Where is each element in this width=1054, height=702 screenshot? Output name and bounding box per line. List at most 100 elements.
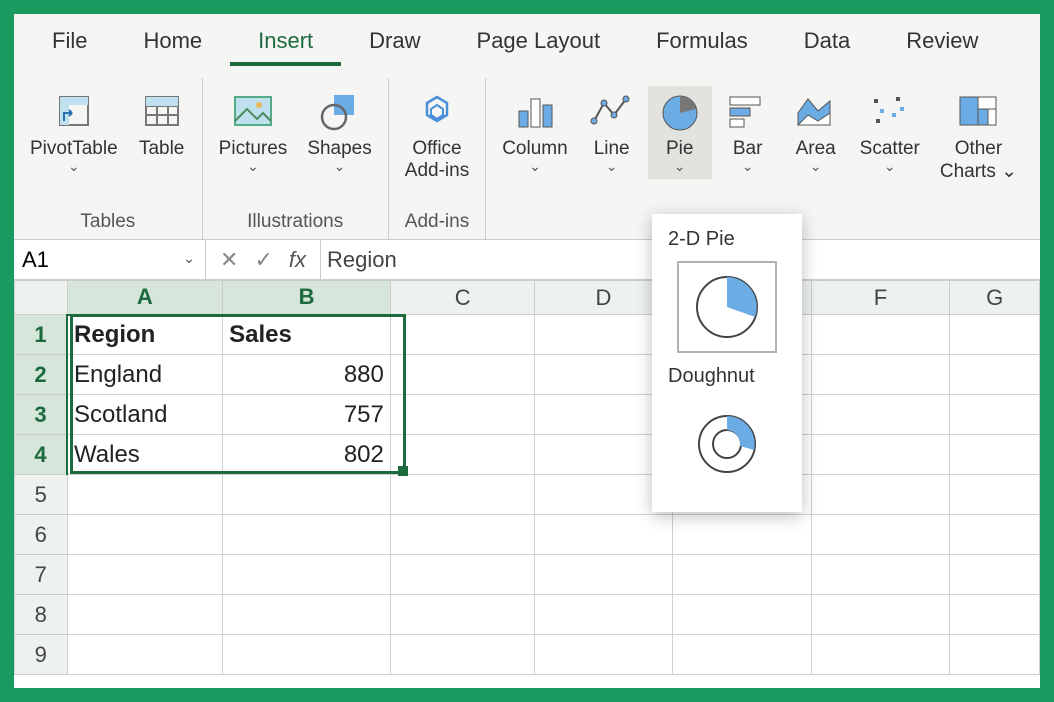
- cell-C5[interactable]: [390, 475, 535, 515]
- cell-G9[interactable]: [950, 635, 1040, 675]
- cell-A6[interactable]: [67, 515, 223, 555]
- cancel-icon[interactable]: ✕: [220, 247, 238, 273]
- cell-A2[interactable]: England: [67, 355, 223, 395]
- cell-A3[interactable]: Scotland: [67, 395, 223, 435]
- cell-G7[interactable]: [950, 555, 1040, 595]
- cell-G8[interactable]: [950, 595, 1040, 635]
- cell-A1[interactable]: Region: [67, 315, 223, 355]
- fx-icon[interactable]: fx: [289, 247, 306, 273]
- tab-draw[interactable]: Draw: [341, 18, 448, 66]
- cell-G2[interactable]: [950, 355, 1040, 395]
- spreadsheet-grid[interactable]: ABCDEFG1RegionSales2England8803Scotland7…: [14, 280, 1040, 675]
- cell-B9[interactable]: [223, 635, 391, 675]
- cell-C1[interactable]: [390, 315, 535, 355]
- row-header-9[interactable]: 9: [15, 635, 68, 675]
- tab-home[interactable]: Home: [115, 18, 230, 66]
- ribbon-group-add-ins: OfficeAdd-insAdd-ins: [389, 78, 486, 239]
- cell-D6[interactable]: [535, 515, 672, 555]
- office-add-ins-icon: [413, 90, 461, 134]
- cell-E6[interactable]: [672, 515, 811, 555]
- cell-C3[interactable]: [390, 395, 535, 435]
- cell-F5[interactable]: [811, 475, 950, 515]
- row-header-6[interactable]: 6: [15, 515, 68, 555]
- tab-data[interactable]: Data: [776, 18, 878, 66]
- cell-B3[interactable]: 757: [223, 395, 391, 435]
- cell-B4[interactable]: 802: [223, 435, 391, 475]
- cell-A5[interactable]: [67, 475, 223, 515]
- cell-B2[interactable]: 880: [223, 355, 391, 395]
- cell-F9[interactable]: [811, 635, 950, 675]
- cell-C2[interactable]: [390, 355, 535, 395]
- table-icon: [138, 90, 186, 134]
- pie-2d-option[interactable]: [677, 261, 777, 353]
- tab-page-layout[interactable]: Page Layout: [449, 18, 629, 66]
- cell-F1[interactable]: [811, 315, 950, 355]
- cell-F2[interactable]: [811, 355, 950, 395]
- bar-button[interactable]: Bar⌄: [716, 86, 780, 179]
- cell-D7[interactable]: [535, 555, 672, 595]
- cell-G3[interactable]: [950, 395, 1040, 435]
- cell-A7[interactable]: [67, 555, 223, 595]
- cell-C9[interactable]: [390, 635, 535, 675]
- cell-E7[interactable]: [672, 555, 811, 595]
- cell-E8[interactable]: [672, 595, 811, 635]
- cell-B6[interactable]: [223, 515, 391, 555]
- cell-A8[interactable]: [67, 595, 223, 635]
- doughnut-option[interactable]: [677, 398, 777, 490]
- tab-file[interactable]: File: [24, 18, 115, 66]
- column-button[interactable]: Column⌄: [494, 86, 575, 179]
- cell-B1[interactable]: Sales: [223, 315, 391, 355]
- cell-A9[interactable]: [67, 635, 223, 675]
- cell-A4[interactable]: Wales: [67, 435, 223, 475]
- pie-button[interactable]: Pie⌄: [648, 86, 712, 179]
- cell-C8[interactable]: [390, 595, 535, 635]
- row-header-3[interactable]: 3: [15, 395, 68, 435]
- scatter-button[interactable]: Scatter⌄: [852, 86, 928, 179]
- enter-icon[interactable]: ✓: [254, 247, 272, 273]
- table-button[interactable]: Table: [130, 86, 194, 164]
- row-header-2[interactable]: 2: [15, 355, 68, 395]
- select-all-corner[interactable]: [15, 281, 68, 315]
- col-header-A[interactable]: A: [67, 281, 223, 315]
- col-header-C[interactable]: C: [390, 281, 535, 315]
- office-add-ins-button[interactable]: OfficeAdd-ins: [397, 86, 477, 186]
- pivottable-button[interactable]: PivotTable⌄: [22, 86, 126, 179]
- cell-B8[interactable]: [223, 595, 391, 635]
- cell-D9[interactable]: [535, 635, 672, 675]
- other-charts-button[interactable]: OtherCharts ⌄: [932, 86, 1025, 187]
- cell-D8[interactable]: [535, 595, 672, 635]
- formula-input[interactable]: Region: [321, 247, 397, 273]
- cell-F8[interactable]: [811, 595, 950, 635]
- row-header-8[interactable]: 8: [15, 595, 68, 635]
- row-header-7[interactable]: 7: [15, 555, 68, 595]
- cell-C7[interactable]: [390, 555, 535, 595]
- cell-G5[interactable]: [950, 475, 1040, 515]
- pictures-button[interactable]: Pictures⌄: [211, 86, 296, 179]
- area-button[interactable]: Area⌄: [784, 86, 848, 179]
- cell-F6[interactable]: [811, 515, 950, 555]
- col-header-B[interactable]: B: [223, 281, 391, 315]
- cell-G1[interactable]: [950, 315, 1040, 355]
- cell-F4[interactable]: [811, 435, 950, 475]
- shapes-button[interactable]: Shapes⌄: [299, 86, 379, 179]
- cell-B7[interactable]: [223, 555, 391, 595]
- cell-C6[interactable]: [390, 515, 535, 555]
- row-header-1[interactable]: 1: [15, 315, 68, 355]
- cell-C4[interactable]: [390, 435, 535, 475]
- group-label: Illustrations: [247, 207, 343, 239]
- line-button[interactable]: Line⌄: [580, 86, 644, 179]
- cell-E9[interactable]: [672, 635, 811, 675]
- cell-B5[interactable]: [223, 475, 391, 515]
- tab-review[interactable]: Review: [878, 18, 1006, 66]
- cell-G6[interactable]: [950, 515, 1040, 555]
- col-header-F[interactable]: F: [811, 281, 950, 315]
- cell-G4[interactable]: [950, 435, 1040, 475]
- cell-F3[interactable]: [811, 395, 950, 435]
- cell-F7[interactable]: [811, 555, 950, 595]
- col-header-G[interactable]: G: [950, 281, 1040, 315]
- row-header-4[interactable]: 4: [15, 435, 68, 475]
- tab-formulas[interactable]: Formulas: [628, 18, 776, 66]
- tab-insert[interactable]: Insert: [230, 18, 341, 66]
- row-header-5[interactable]: 5: [15, 475, 68, 515]
- name-box[interactable]: A1 ⌄: [14, 240, 206, 279]
